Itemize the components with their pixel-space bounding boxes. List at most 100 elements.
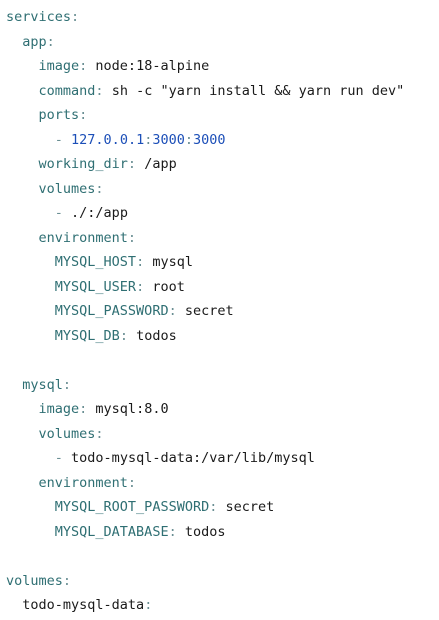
yaml-key: MYSQL_ROOT_PASSWORD bbox=[54, 499, 210, 515]
yaml-key: environment bbox=[38, 229, 128, 246]
yaml-colon: : bbox=[95, 180, 104, 197]
yaml-colon: : bbox=[95, 82, 104, 99]
code-line: volumes: bbox=[6, 177, 404, 202]
yaml-value: todos bbox=[176, 523, 226, 540]
yaml-key: MYSQL_USER bbox=[54, 278, 137, 295]
code-line: command: sh -c "yarn install && yarn run… bbox=[6, 79, 405, 104]
yaml-value: todo-mysql-data:/var/lib/mysql bbox=[71, 450, 315, 466]
yaml-key: MYSQL_DATABASE bbox=[54, 523, 169, 540]
yaml-colon: : bbox=[71, 9, 80, 25]
yaml-key: volumes bbox=[38, 180, 96, 197]
yaml-key: services bbox=[6, 9, 72, 25]
yaml-colon: : bbox=[144, 597, 153, 613]
code-line: working_dir: /app bbox=[6, 152, 404, 177]
yaml-key: working_dir bbox=[38, 156, 128, 172]
list-dash: - bbox=[54, 450, 72, 466]
yaml-colon: : bbox=[62, 376, 72, 393]
code-line: environment: bbox=[6, 226, 404, 251]
yaml-value: secret bbox=[176, 303, 234, 319]
yaml-colon: : bbox=[79, 107, 88, 123]
yaml-key: todo-mysql-data bbox=[22, 597, 145, 613]
code-line: environment: bbox=[6, 471, 404, 496]
yaml-colon: : bbox=[168, 303, 177, 319]
yaml-colon: : bbox=[127, 156, 137, 172]
code-line: - todo-mysql-data:/var/lib/mysql bbox=[6, 446, 404, 471]
yaml-key: environment bbox=[38, 474, 128, 491]
yaml-key: MYSQL_DB bbox=[54, 327, 120, 344]
yaml-colon: : bbox=[127, 474, 137, 491]
yaml-value: mysql bbox=[144, 254, 193, 270]
yaml-value: secret bbox=[217, 499, 275, 515]
yaml-document: { "lines": [ { "indent": "", "key": "ser… bbox=[0, 0, 439, 620]
yaml-key: command bbox=[38, 82, 96, 99]
code-line: - ./:/app bbox=[6, 201, 404, 226]
yaml-key: image bbox=[38, 401, 80, 417]
yaml-key: volumes bbox=[38, 425, 96, 442]
yaml-value-part: : bbox=[184, 131, 193, 148]
code-line: MYSQL_HOST: mysql bbox=[6, 250, 404, 275]
yaml-value: node:18-alpine bbox=[87, 58, 210, 74]
yaml-key: mysql bbox=[22, 376, 63, 393]
yaml-value: todos bbox=[127, 327, 177, 344]
yaml-value: ./:/app bbox=[71, 205, 128, 221]
code-line: services: bbox=[6, 5, 404, 30]
yaml-value: root bbox=[144, 278, 185, 295]
yaml-colon: : bbox=[46, 33, 55, 50]
yaml-colon: : bbox=[168, 523, 177, 540]
code-line: volumes: bbox=[6, 569, 404, 594]
code-line: MYSQL_DATABASE: todos bbox=[6, 520, 404, 545]
yaml-value-part: 127.0.0.1 bbox=[71, 131, 145, 148]
yaml-key: MYSQL_PASSWORD bbox=[54, 303, 169, 319]
code-line: image: mysql:8.0 bbox=[6, 397, 404, 422]
code-line: app: bbox=[6, 30, 404, 55]
code-line: ports: bbox=[6, 103, 404, 128]
code-block: services: app: image: node:18-alpine com… bbox=[6, 5, 404, 618]
yaml-colon: : bbox=[119, 327, 128, 344]
yaml-key: image bbox=[38, 58, 80, 74]
list-dash: - bbox=[54, 131, 72, 148]
code-line: todo-mysql-data: bbox=[6, 593, 404, 618]
code-line: - 127.0.0.1:3000:3000 bbox=[6, 128, 404, 153]
code-line: image: node:18-alpine bbox=[6, 54, 404, 79]
yaml-key: app bbox=[22, 33, 47, 50]
yaml-key: volumes bbox=[6, 572, 63, 589]
yaml-value: sh -c "yarn install && yarn run dev" bbox=[103, 82, 405, 99]
code-line: MYSQL_DB: todos bbox=[6, 324, 404, 349]
code-line: volumes: bbox=[6, 422, 404, 447]
yaml-colon: : bbox=[127, 229, 137, 246]
code-line: mysql: bbox=[6, 373, 404, 398]
yaml-colon: : bbox=[62, 572, 72, 589]
yaml-value-part: 3000 bbox=[193, 131, 226, 148]
yaml-value: mysql:8.0 bbox=[87, 401, 169, 417]
yaml-colon: : bbox=[136, 278, 145, 295]
code-line: MYSQL_USER: root bbox=[6, 275, 404, 300]
yaml-key: ports bbox=[38, 107, 80, 123]
yaml-value-part: 3000 bbox=[152, 131, 185, 148]
yaml-value: /app bbox=[136, 156, 177, 172]
yaml-key: MYSQL_HOST bbox=[54, 254, 137, 270]
yaml-colon: : bbox=[95, 425, 104, 442]
code-line: MYSQL_ROOT_PASSWORD: secret bbox=[6, 495, 404, 520]
